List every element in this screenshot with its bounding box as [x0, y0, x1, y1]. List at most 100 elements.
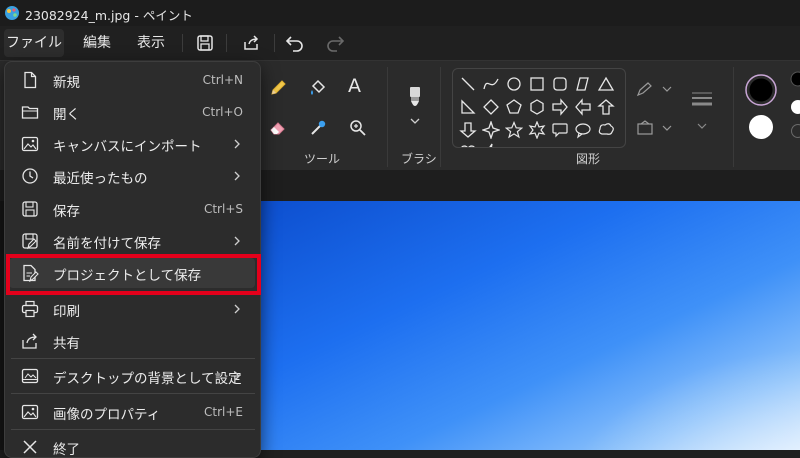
chevron-right-icon [233, 138, 241, 150]
polygon-shape-icon[interactable] [574, 75, 592, 93]
menubar-divider [226, 34, 227, 52]
six-point-star-shape-icon[interactable] [528, 121, 546, 139]
edit-menu-tab[interactable]: 編集 [74, 29, 120, 57]
palette-empty-swatch[interactable] [788, 123, 800, 139]
menu-item-share[interactable]: 共有 [9, 326, 255, 356]
menu-item-label: デスクトップの背景として設定 [53, 367, 242, 387]
pencil-icon[interactable] [268, 78, 288, 98]
ribbon-divider [733, 67, 734, 167]
menu-item-label: 終了 [53, 438, 80, 458]
menu-item-shortcut: Ctrl+E [204, 405, 243, 419]
menu-item-shortcut: Ctrl+S [204, 202, 243, 216]
save-icon[interactable] [195, 33, 215, 53]
fill-bucket-icon[interactable] [308, 78, 328, 98]
menu-item-save[interactable]: 保存 Ctrl+S [9, 194, 255, 224]
shapes-gallery [452, 68, 626, 148]
new-file-icon [21, 71, 39, 89]
menu-item-image-properties[interactable]: 画像のプロパティ Ctrl+E [9, 397, 255, 427]
curve-shape-icon[interactable] [482, 75, 500, 93]
menu-item-recent[interactable]: 最近使ったもの [9, 161, 255, 191]
menu-separator [11, 358, 255, 359]
secondary-color-swatch[interactable] [748, 114, 774, 140]
import-image-icon [21, 135, 39, 153]
share-icon [21, 332, 39, 350]
chevron-right-icon [233, 303, 241, 315]
menu-item-label: 名前を付けて保存 [53, 232, 161, 252]
line-shape-icon[interactable] [459, 75, 477, 93]
shape-fill-chevron-icon[interactable] [662, 124, 672, 132]
up-arrow-shape-icon[interactable] [597, 98, 615, 116]
shape-outline-chevron-icon[interactable] [662, 85, 672, 93]
title-bar: 23082924_m.jpg - ペイント [0, 0, 800, 26]
menu-item-label: 画像のプロパティ [53, 403, 160, 423]
menu-item-save-as[interactable]: 名前を付けて保存 [9, 226, 255, 256]
rounded-rectangle-shape-icon[interactable] [551, 75, 569, 93]
palette-white-swatch[interactable] [788, 99, 800, 115]
paint-app-icon [4, 5, 20, 21]
palette-black-swatch[interactable] [788, 71, 800, 87]
rectangular-callout-shape-icon[interactable] [551, 121, 569, 139]
menu-item-print[interactable]: 印刷 [9, 294, 255, 324]
magnifier-icon[interactable] [348, 118, 368, 138]
view-menu-tab[interactable]: 表示 [128, 29, 174, 57]
menu-item-import-to-canvas[interactable]: キャンバスにインポート [9, 129, 255, 159]
shapes-group-label: 図形 [576, 150, 600, 167]
menu-bar: ファイル 編集 表示 [0, 26, 800, 60]
desktop-background-icon [21, 367, 39, 385]
color-picker-icon[interactable] [308, 118, 328, 138]
text-tool-icon[interactable]: A [348, 75, 370, 99]
hexagon-shape-icon[interactable] [528, 98, 546, 116]
ribbon-divider [387, 67, 388, 167]
menu-item-label: 開く [53, 103, 80, 123]
ribbon-divider [440, 67, 441, 167]
menu-item-label: 最近使ったもの [53, 167, 148, 187]
triangle-shape-icon[interactable] [597, 75, 615, 93]
five-point-star-shape-icon[interactable] [505, 121, 523, 139]
right-arrow-shape-icon[interactable] [551, 98, 569, 116]
menu-separator [11, 393, 255, 394]
menu-item-label: 保存 [53, 200, 80, 220]
chevron-right-icon [233, 370, 241, 382]
eraser-icon[interactable] [268, 118, 288, 138]
image-properties-icon [21, 403, 39, 421]
menu-item-label: 新規 [53, 71, 80, 91]
save-as-icon [21, 232, 39, 250]
oval-shape-icon[interactable] [505, 75, 523, 93]
brush-icon[interactable] [404, 85, 426, 111]
save-icon [21, 200, 39, 218]
oval-callout-shape-icon[interactable] [574, 121, 592, 139]
menu-item-set-desktop-background[interactable]: デスクトップの背景として設定 [9, 361, 255, 391]
heart-shape-icon[interactable] [459, 143, 477, 148]
four-point-star-shape-icon[interactable] [482, 121, 500, 139]
line-size-icon[interactable] [690, 89, 714, 109]
brush-dropdown-chevron-icon[interactable] [409, 117, 421, 125]
close-icon [21, 438, 39, 456]
lightning-shape-icon[interactable] [482, 143, 500, 148]
open-folder-icon [21, 103, 39, 121]
share-icon[interactable] [241, 33, 261, 53]
menu-item-label: キャンバスにインポート [53, 135, 202, 155]
printer-icon [21, 300, 39, 318]
menubar-divider [274, 34, 275, 52]
shape-fill-icon[interactable] [636, 120, 656, 136]
tools-group-label: ツール [304, 150, 340, 167]
cloud-callout-shape-icon[interactable] [597, 121, 615, 139]
menu-item-exit[interactable]: 終了 [9, 432, 255, 458]
down-arrow-shape-icon[interactable] [459, 121, 477, 139]
canvas-image[interactable] [258, 201, 800, 450]
right-triangle-shape-icon[interactable] [459, 98, 477, 116]
clock-icon [21, 167, 39, 185]
primary-color-swatch[interactable] [744, 73, 778, 107]
redo-icon[interactable] [325, 33, 345, 53]
line-size-chevron-icon[interactable] [697, 122, 707, 130]
shape-outline-icon[interactable] [636, 81, 656, 97]
menu-item-open[interactable]: 開く Ctrl+O [9, 97, 255, 127]
menu-item-new[interactable]: 新規 Ctrl+N [9, 65, 255, 95]
undo-icon[interactable] [285, 33, 305, 53]
rectangle-shape-icon[interactable] [528, 75, 546, 93]
diamond-shape-icon[interactable] [482, 98, 500, 116]
pentagon-shape-icon[interactable] [505, 98, 523, 116]
left-arrow-shape-icon[interactable] [574, 98, 592, 116]
file-menu-tab[interactable]: ファイル [4, 29, 64, 57]
chevron-right-icon [233, 235, 241, 247]
